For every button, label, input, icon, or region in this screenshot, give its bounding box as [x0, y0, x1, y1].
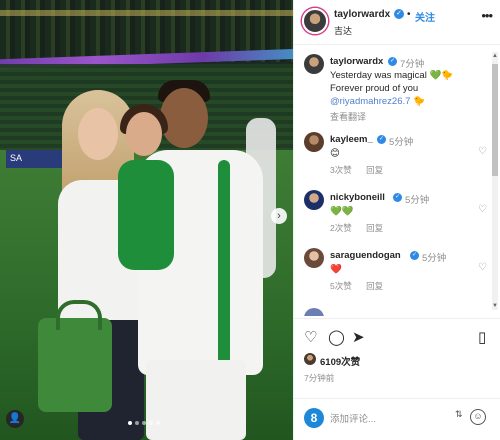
- verified-icon: ✓: [388, 57, 397, 66]
- verified-icon: ✓: [410, 251, 419, 260]
- scrollbar-thumb[interactable]: [492, 64, 498, 176]
- comment-avatar[interactable]: [304, 132, 324, 152]
- light-band: [0, 10, 293, 16]
- comment-meta: 3次赞 回复: [330, 164, 395, 176]
- child-face: [126, 112, 162, 156]
- comment-time: 5分钟: [405, 195, 430, 206]
- man-shorts: [146, 360, 246, 440]
- comment-like-icon[interactable]: ♡: [478, 262, 487, 273]
- add-comment-input[interactable]: 添加评论...: [330, 411, 376, 425]
- comment-like-icon[interactable]: ♡: [478, 146, 487, 157]
- reply-button[interactable]: 回复: [366, 223, 383, 233]
- man-face: [160, 88, 208, 148]
- verified-icon: ✓: [393, 193, 402, 202]
- comment-time: 5分钟: [422, 253, 447, 264]
- separator-dot: •: [407, 9, 411, 20]
- like-icon[interactable]: ♡: [304, 328, 317, 346]
- posted-time: 7分钟前: [304, 373, 335, 383]
- caption-line1: Yesterday was magical 💚🐤: [330, 70, 454, 81]
- more-options-icon[interactable]: •••: [481, 8, 493, 23]
- comment-time: 5分钟: [389, 137, 414, 148]
- adboard: SA: [6, 150, 66, 168]
- comment-avatar[interactable]: [304, 190, 324, 210]
- caption-mention-line: @riyadmahrez26.7 🐤: [330, 95, 453, 108]
- comment-item: saraguendogan ✓ 5分钟 ❤️ 5次赞 回复 ♡: [294, 248, 492, 300]
- comment-meta: 5次赞 回复: [330, 280, 395, 292]
- green-handbag: [38, 300, 112, 412]
- comment-item: nickyboneill ✓ 5分钟 💚💚 2次赞 回复 ♡: [294, 190, 492, 242]
- likes-count[interactable]: 6109次赞: [320, 354, 360, 368]
- carousel-dot: [156, 421, 160, 425]
- likes-row: 6109次赞: [304, 353, 494, 369]
- follow-button[interactable]: 关注: [415, 9, 435, 24]
- comments-scrollbar[interactable]: ▲ ▼: [492, 52, 498, 310]
- share-icon[interactable]: ➤: [352, 328, 365, 346]
- reply-button[interactable]: 回复: [366, 165, 383, 175]
- caption-avatar[interactable]: [304, 54, 324, 74]
- post-photo[interactable]: SA › 👤: [0, 0, 293, 440]
- comment-item-partial: [294, 308, 492, 316]
- post-side-panel: taylorwardx ✓ • 关注 吉达 ••• taylorwardx ✓ …: [293, 0, 500, 440]
- save-icon[interactable]: ▯: [478, 328, 486, 346]
- scroll-up-arrow[interactable]: ▲: [492, 52, 498, 60]
- next-photo-button[interactable]: ›: [271, 208, 287, 224]
- comment-text: 😊: [330, 148, 340, 159]
- reply-button[interactable]: 回复: [366, 281, 383, 291]
- verified-icon: ✓: [377, 135, 386, 144]
- comment-meta: 2次赞 回复: [330, 222, 395, 234]
- comment-likes[interactable]: 3次赞: [330, 165, 352, 175]
- comment-like-icon[interactable]: ♡: [478, 204, 487, 215]
- woman-face: [78, 108, 118, 160]
- comment-avatar[interactable]: [304, 308, 324, 316]
- carousel-dot: [142, 421, 146, 425]
- comment-username[interactable]: kayleem_: [330, 134, 373, 145]
- caption-time: 7分钟: [400, 59, 425, 70]
- author-avatar[interactable]: [302, 8, 328, 34]
- comment-likes[interactable]: 2次赞: [330, 223, 352, 233]
- see-translation-link[interactable]: 查看翻译: [330, 110, 366, 123]
- jersey-stripe: [218, 160, 230, 370]
- liker-avatar[interactable]: [304, 353, 316, 365]
- verified-icon: ✓: [394, 9, 404, 19]
- comment-likes[interactable]: 5次赞: [330, 281, 352, 291]
- caption-line2: Forever proud of you: [330, 83, 419, 94]
- comment-username[interactable]: saraguendogan: [330, 250, 401, 261]
- mention-link[interactable]: @riyadmahrez26.7: [330, 96, 410, 107]
- bird-emoji: 🐤: [413, 96, 425, 107]
- comment-avatar[interactable]: [304, 248, 324, 268]
- caption-item: taylorwardx ✓ 7分钟 Yesterday was magical …: [294, 54, 492, 124]
- comments-list: taylorwardx ✓ 7分钟 Yesterday was magical …: [294, 46, 500, 316]
- carousel-dot: [149, 421, 153, 425]
- scroll-down-arrow[interactable]: ▼: [492, 302, 498, 310]
- comment-composer: 8 添加评论... ⇅ ☺: [294, 398, 500, 440]
- comment-username[interactable]: nickyboneill: [330, 192, 385, 203]
- current-user-badge: 8: [304, 408, 324, 428]
- sort-icon[interactable]: ⇅: [455, 409, 463, 420]
- carousel-dot: [128, 421, 132, 425]
- comment-icon[interactable]: ◯: [328, 328, 345, 346]
- post-location[interactable]: 吉达: [334, 24, 352, 37]
- caption-username[interactable]: taylorwardx: [330, 56, 383, 67]
- comment-text: 💚💚: [330, 206, 354, 217]
- comment-item: kayleem_ ✓ 5分钟 😊 3次赞 回复 ♡: [294, 132, 492, 184]
- caption-text: Yesterday was magical 💚🐤 Forever proud o…: [330, 69, 453, 108]
- carousel-dot: [135, 421, 139, 425]
- tagged-users-icon[interactable]: 👤: [6, 410, 24, 428]
- post-header: taylorwardx ✓ • 关注 吉达 •••: [294, 0, 500, 45]
- author-username[interactable]: taylorwardx: [334, 9, 390, 20]
- child-jersey: [118, 160, 174, 270]
- instagram-post-modal: SA › 👤 taylorwardx ✓ • 关注 吉达 ••• taylorw…: [0, 0, 500, 440]
- post-actions-bar: ♡ ◯ ➤ ▯: [294, 318, 500, 350]
- emoji-picker-icon[interactable]: ☺: [470, 409, 486, 425]
- comment-text: ❤️: [330, 264, 342, 275]
- carousel-dots: [128, 421, 160, 425]
